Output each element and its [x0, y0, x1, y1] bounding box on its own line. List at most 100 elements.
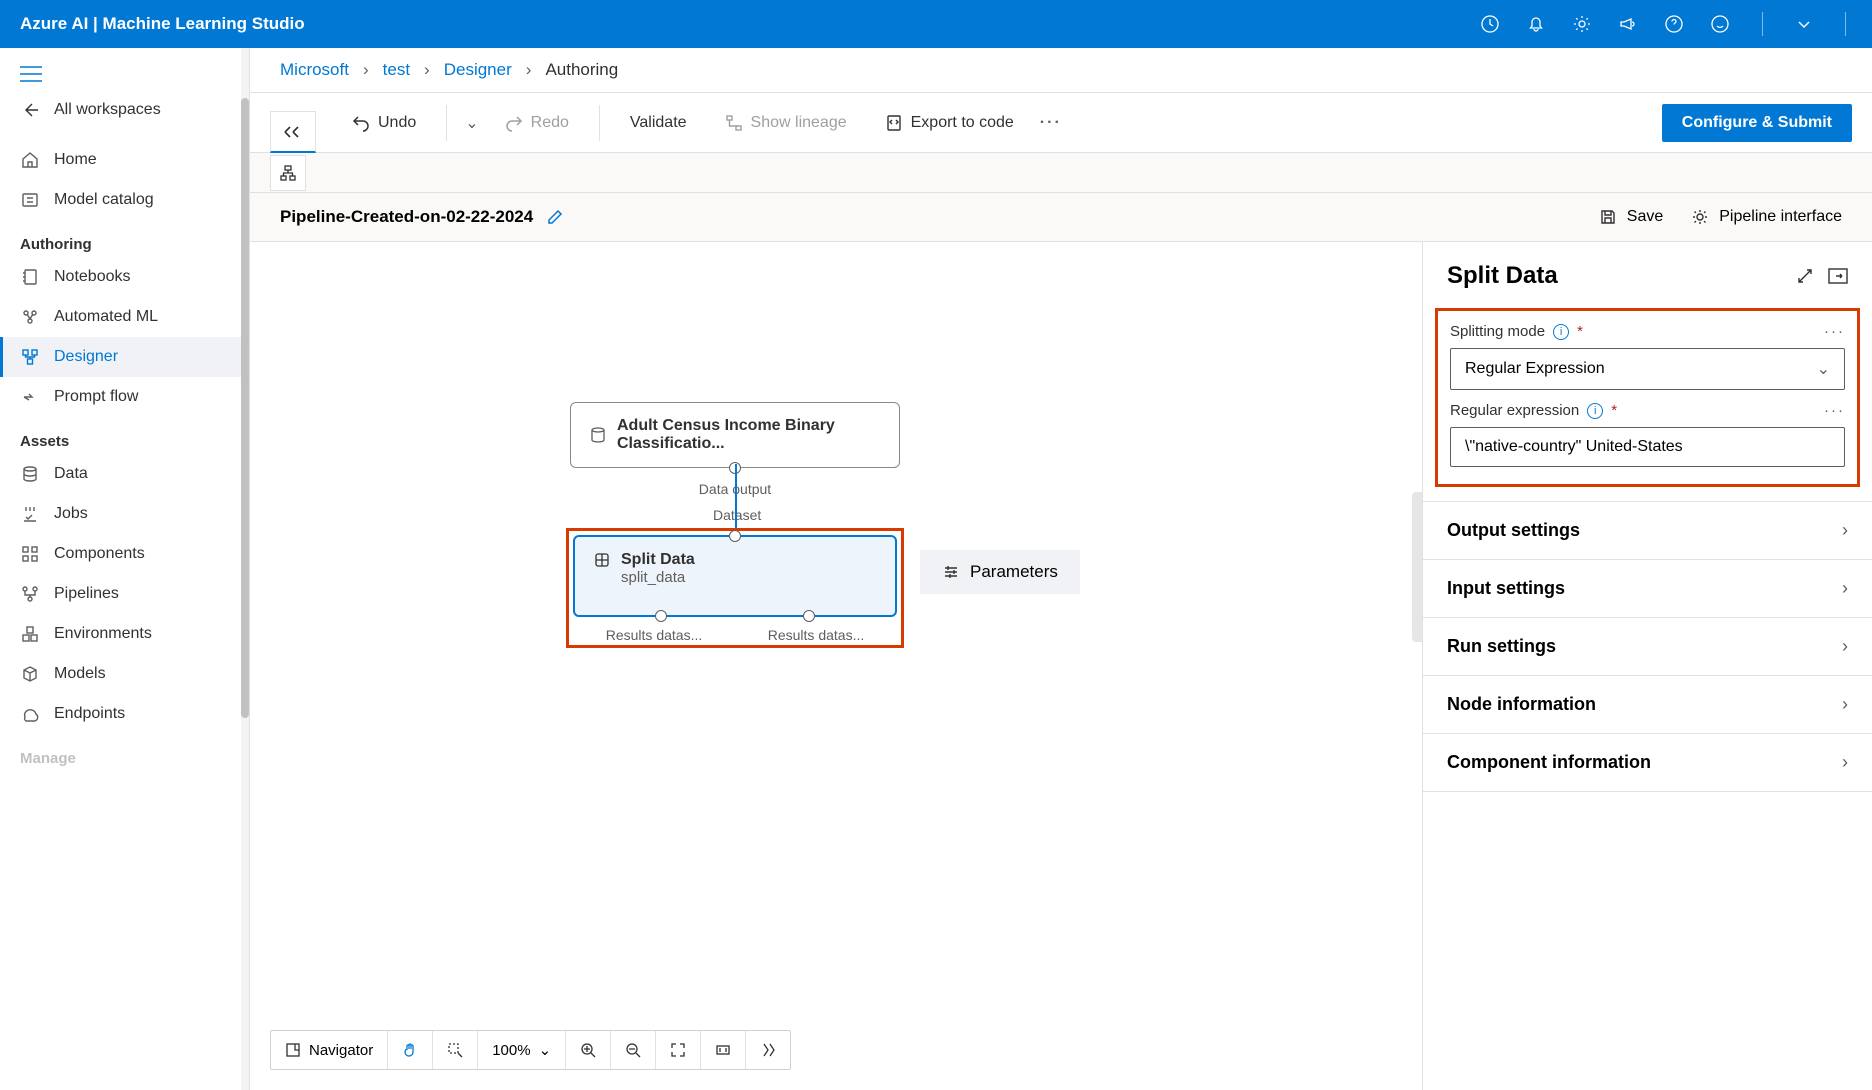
zoom-out-icon[interactable] [611, 1031, 656, 1069]
breadcrumb-root[interactable]: Microsoft [280, 60, 349, 80]
notebook-icon [20, 267, 40, 287]
pipeline-header: Pipeline-Created-on-02-22-2024 Save Pipe… [250, 193, 1872, 242]
chevron-right-icon: › [1842, 694, 1848, 715]
sidebar-item-label: Environments [54, 625, 152, 643]
splitting-mode-select[interactable]: Regular Expression ⌄ [1450, 348, 1845, 390]
popout-icon[interactable] [1828, 268, 1848, 284]
component-icon [593, 551, 611, 569]
save-button[interactable]: Save [1599, 208, 1663, 226]
automl-icon [20, 307, 40, 327]
hamburger-icon[interactable] [0, 58, 249, 90]
canvas-bottom-toolbar: Navigator 100% ⌄ [270, 1030, 791, 1070]
separator [446, 105, 447, 141]
parameters-button[interactable]: Parameters [920, 550, 1080, 594]
canvas-node-dataset[interactable]: Adult Census Income Binary Classificatio… [570, 402, 900, 468]
node-title: Adult Census Income Binary Classificatio… [617, 417, 881, 453]
bell-icon[interactable] [1526, 14, 1546, 34]
sidebar-scrollbar-thumb[interactable] [241, 98, 249, 718]
configure-submit-button[interactable]: Configure & Submit [1662, 104, 1852, 142]
sidebar-item-label: Automated ML [54, 308, 158, 326]
sidebar-model-catalog[interactable]: Model catalog [0, 180, 249, 220]
info-icon[interactable]: i [1553, 324, 1569, 340]
breadcrumb: Microsoft › test › Designer › Authoring [250, 48, 1872, 93]
pipeline-canvas[interactable]: Adult Census Income Binary Classificatio… [250, 242, 1422, 1090]
redo-button: Redo [493, 106, 581, 140]
smiley-icon[interactable] [1710, 14, 1730, 34]
sidebar-designer[interactable]: Designer [0, 337, 249, 377]
configure-label: Configure & Submit [1682, 114, 1832, 131]
navigator-label: Navigator [309, 1042, 373, 1059]
navigator-button[interactable]: Navigator [271, 1031, 388, 1069]
back-arrow-icon [20, 100, 40, 120]
fit-screen-icon[interactable] [656, 1031, 701, 1069]
export-button[interactable]: Export to code [873, 106, 1026, 140]
breadcrumb-current: Authoring [545, 60, 618, 80]
accordion-output-settings[interactable]: Output settings › [1423, 501, 1872, 559]
zoom-in-icon[interactable] [566, 1031, 611, 1069]
separator [1762, 12, 1763, 36]
sub-toolbar [250, 153, 1872, 193]
field-more-icon[interactable]: ··· [1824, 402, 1845, 419]
undo-dropdown-icon[interactable]: ⌄ [465, 113, 478, 133]
app-title: Azure AI | Machine Learning Studio [20, 14, 1480, 34]
panel-resize-handle[interactable] [1412, 492, 1422, 642]
select-value: Regular Expression [1465, 360, 1605, 378]
pipeline-name: Pipeline-Created-on-02-22-2024 [280, 207, 533, 227]
sidebar-data[interactable]: Data [0, 454, 249, 494]
account-chevron-icon[interactable] [1795, 15, 1813, 33]
breadcrumb-workspace[interactable]: test [383, 60, 410, 80]
select-tool-icon[interactable] [433, 1031, 478, 1069]
sidebar-components[interactable]: Components [0, 534, 249, 574]
sidebar-notebooks[interactable]: Notebooks [0, 257, 249, 297]
graph-view-icon[interactable] [270, 155, 306, 191]
expand-panel-icon[interactable] [270, 111, 316, 153]
canvas-node-split-data[interactable]: Split Data split_data [573, 535, 897, 617]
sidebar-automated-ml[interactable]: Automated ML [0, 297, 249, 337]
megaphone-icon[interactable] [1618, 14, 1638, 34]
breadcrumb-section[interactable]: Designer [444, 60, 512, 80]
topbar-actions [1480, 12, 1852, 36]
sidebar-jobs[interactable]: Jobs [0, 494, 249, 534]
sidebar-all-workspaces[interactable]: All workspaces [0, 90, 249, 130]
sidebar-environments[interactable]: Environments [0, 614, 249, 654]
output-port-2[interactable] [803, 610, 815, 622]
accordion-label: Node information [1447, 694, 1596, 715]
output-port-1[interactable] [655, 610, 667, 622]
undo-button[interactable]: Undo [340, 106, 428, 140]
clock-icon[interactable] [1480, 14, 1500, 34]
auto-layout-icon[interactable] [746, 1031, 790, 1069]
jobs-icon [20, 504, 40, 524]
field-more-icon[interactable]: ··· [1824, 323, 1845, 340]
sidebar-models[interactable]: Models [0, 654, 249, 694]
more-icon[interactable]: ··· [1040, 114, 1062, 132]
accordion-input-settings[interactable]: Input settings › [1423, 559, 1872, 617]
export-label: Export to code [911, 114, 1014, 132]
regex-input[interactable] [1450, 427, 1845, 467]
gear-icon[interactable] [1572, 14, 1592, 34]
pan-tool-icon[interactable] [388, 1031, 433, 1069]
chevron-right-icon: › [1842, 520, 1848, 541]
chevron-right-icon: › [1842, 578, 1848, 599]
sidebar-home[interactable]: Home [0, 140, 249, 180]
pipeline-interface-button[interactable]: Pipeline interface [1691, 208, 1842, 226]
sidebar-item-label: Home [54, 151, 97, 169]
help-icon[interactable] [1664, 14, 1684, 34]
node-subtitle: split_data [621, 569, 877, 586]
sidebar-pipelines[interactable]: Pipelines [0, 574, 249, 614]
sidebar-item-label: Model catalog [54, 191, 154, 209]
accordion-run-settings[interactable]: Run settings › [1423, 617, 1872, 675]
sidebar-prompt-flow[interactable]: Prompt flow [0, 377, 249, 417]
expand-icon[interactable] [1796, 267, 1814, 285]
chevron-right-icon: › [1842, 636, 1848, 657]
panel-title: Split Data [1447, 262, 1782, 290]
accordion-label: Input settings [1447, 578, 1565, 599]
validate-button[interactable]: Validate [618, 106, 699, 140]
actual-size-icon[interactable] [701, 1031, 746, 1069]
accordion-component-info[interactable]: Component information › [1423, 733, 1872, 792]
info-icon[interactable]: i [1587, 403, 1603, 419]
input-port[interactable] [729, 530, 741, 542]
zoom-level[interactable]: 100% ⌄ [478, 1031, 566, 1069]
sidebar-endpoints[interactable]: Endpoints [0, 694, 249, 734]
accordion-node-info[interactable]: Node information › [1423, 675, 1872, 733]
edit-icon[interactable] [547, 209, 563, 225]
